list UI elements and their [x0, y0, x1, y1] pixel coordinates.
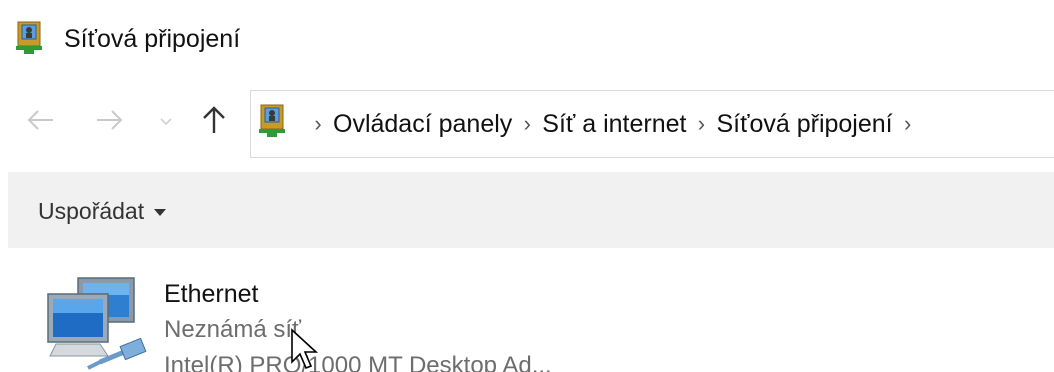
recent-locations-button[interactable]: [152, 102, 180, 142]
title-bar: Síťová připojení: [0, 0, 1054, 80]
connection-status: Neznámá síť: [164, 316, 302, 343]
forward-button[interactable]: [92, 102, 128, 142]
breadcrumb: › Ovládací panely › Síť a internet › Síť…: [303, 91, 923, 157]
back-arrow-icon: [25, 108, 55, 137]
organize-menu-button[interactable]: Uspořádat: [38, 194, 167, 228]
navigation-bar: › Ovládací panely › Síť a internet › Síť…: [0, 80, 1054, 166]
control-panel-icon: [257, 103, 297, 139]
connection-item-ethernet[interactable]: Ethernet Neznámá síť Intel(R) PRO/1000 M…: [30, 258, 730, 372]
caret-down-icon: [154, 208, 167, 216]
breadcrumb-separator[interactable]: ›: [686, 111, 716, 137]
network-connections-window: Síťová připojení › Ovládací panely › Síť…: [0, 0, 1054, 372]
command-bar: Uspořádat: [8, 172, 1054, 248]
up-arrow-icon: [201, 105, 227, 140]
organize-label: Uspořádat: [38, 197, 145, 224]
ethernet-adapter-icon: [38, 272, 158, 372]
breadcrumb-separator[interactable]: ›: [303, 111, 333, 137]
window-title: Síťová připojení: [64, 25, 241, 53]
forward-arrow-icon: [95, 108, 125, 137]
address-bar[interactable]: › Ovládací panely › Síť a internet › Síť…: [250, 90, 1054, 158]
connections-list: Ethernet Neznámá síť Intel(R) PRO/1000 M…: [0, 248, 1054, 372]
breadcrumb-control-panel[interactable]: Ovládací panely: [333, 110, 512, 139]
connection-device: Intel(R) PRO/1000 MT Desktop Ad...: [164, 352, 552, 372]
breadcrumb-network-internet[interactable]: Síť a internet: [542, 110, 686, 139]
recent-locations-chevron-icon: [159, 113, 173, 131]
up-button[interactable]: [196, 102, 232, 142]
back-button[interactable]: [22, 102, 58, 142]
network-connections-icon: [14, 20, 54, 56]
breadcrumb-network-connections[interactable]: Síťová připojení: [716, 110, 892, 139]
connection-name: Ethernet: [164, 280, 259, 308]
breadcrumb-separator[interactable]: ›: [893, 111, 923, 137]
breadcrumb-separator[interactable]: ›: [512, 111, 542, 137]
